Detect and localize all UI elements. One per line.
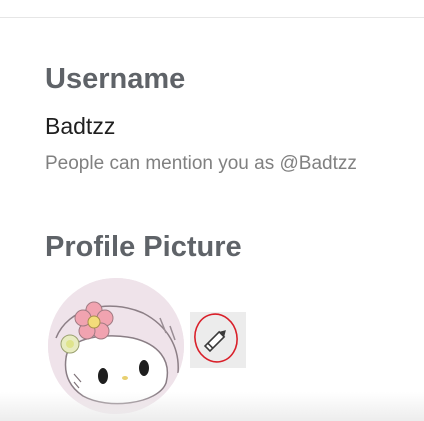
pencil-icon xyxy=(194,313,238,363)
bottom-scroll-shadow xyxy=(0,392,424,421)
username-heading: Username xyxy=(45,63,186,95)
profile-picture-heading: Profile Picture xyxy=(45,231,242,263)
username-value: Badtzz xyxy=(45,113,116,139)
top-divider xyxy=(0,17,424,18)
mention-hint: People can mention you as @Badtzz xyxy=(45,153,357,174)
my-melody-avatar-icon xyxy=(48,278,184,414)
edit-profile-picture-button[interactable] xyxy=(190,312,246,368)
profile-avatar[interactable] xyxy=(48,278,184,414)
